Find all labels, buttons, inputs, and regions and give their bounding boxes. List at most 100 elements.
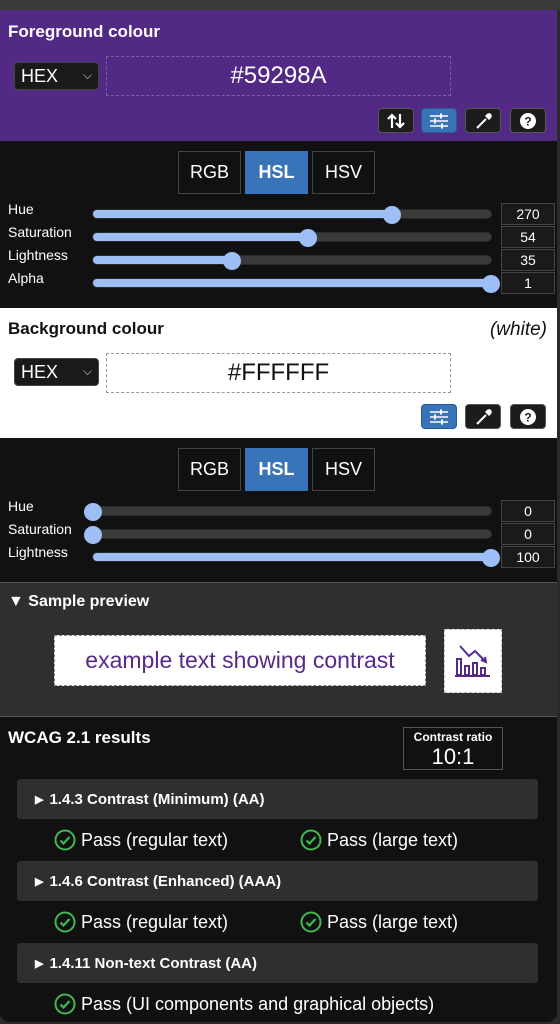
saturation-value-input[interactable]: 0 (501, 523, 555, 545)
results-title: WCAG 2.1 results (8, 728, 151, 747)
background-eyedropper-button[interactable] (465, 404, 501, 429)
alpha-value-input[interactable]: 1 (501, 272, 555, 294)
tab-hsl[interactable]: HSL (245, 448, 308, 491)
tab-hsv[interactable]: HSV (312, 448, 375, 491)
slider-fill (93, 210, 392, 218)
lightness-value-input[interactable]: 35 (501, 249, 555, 271)
chevron-down-icon: ⌵ (82, 68, 92, 82)
background-help-button[interactable]: ? (510, 404, 546, 429)
slider-thumb[interactable] (482, 549, 500, 567)
background-sliders-button[interactable] (421, 404, 457, 429)
pass-result: Pass (large text) (300, 829, 458, 851)
slider-row-saturation: Saturation 54 (0, 224, 557, 248)
check-circle-icon (300, 829, 322, 851)
foreground-hex-input[interactable]: #59298A (106, 56, 451, 96)
sample-preview-section: ▼ Sample preview example text showing co… (0, 582, 557, 716)
slider-fill (93, 279, 491, 287)
criterion-label: 1.4.3 Contrast (Minimum) (AA) (49, 790, 265, 808)
slider-label: Alpha (8, 270, 44, 286)
lightness-value-input[interactable]: 100 (501, 546, 555, 568)
sample-graphic (444, 629, 502, 693)
hue-slider[interactable] (84, 503, 492, 521)
tab-hsl[interactable]: HSL (245, 151, 308, 194)
slider-row-alpha: Alpha 1 (0, 270, 557, 294)
criterion-header[interactable]: ▶ 1.4.3 Contrast (Minimum) (AA) (17, 779, 538, 819)
chart-trend-down-icon (455, 645, 490, 677)
colour-contrast-analyser: Foreground colour HEX ⌵ #59298A ? RGB HS… (0, 10, 557, 1022)
hue-value-input[interactable]: 270 (501, 203, 555, 225)
slider-label: Hue (8, 498, 34, 514)
foreground-help-button[interactable]: ? (510, 108, 546, 133)
chevron-down-icon: ⌵ (82, 364, 92, 378)
alpha-slider[interactable] (92, 275, 500, 293)
foreground-format-value: HEX (21, 65, 59, 86)
slider-label: Lightness (8, 544, 68, 560)
saturation-value-input[interactable]: 54 (501, 226, 555, 248)
foreground-format-select[interactable]: HEX ⌵ (14, 62, 99, 90)
foreground-mode-tabs: RGB HSL HSV (178, 151, 375, 194)
background-format-select[interactable]: HEX ⌵ (14, 358, 99, 386)
check-circle-icon (300, 911, 322, 933)
sliders-icon (430, 113, 448, 128)
contrast-ratio-box: Contrast ratio 10:1 (403, 727, 503, 770)
background-hex-input[interactable]: #FFFFFF (106, 353, 451, 393)
slider-thumb[interactable] (84, 503, 102, 521)
slider-fill (93, 553, 491, 561)
saturation-slider[interactable] (84, 526, 492, 544)
swap-colours-button[interactable] (378, 108, 414, 133)
sliders-icon (430, 409, 448, 424)
eyedropper-icon (476, 112, 492, 129)
criterion-label: 1.4.6 Contrast (Enhanced) (AAA) (49, 872, 282, 890)
window-top-bar (0, 0, 560, 10)
pass-result-label: Pass (large text) (327, 911, 459, 932)
tab-hsv[interactable]: HSV (312, 151, 375, 194)
slider-label: Saturation (8, 224, 72, 240)
slider-row-hue: Hue 0 (0, 498, 557, 522)
slider-thumb[interactable] (223, 252, 242, 270)
disclosure-triangle-icon: ▶ (35, 875, 44, 888)
slider-label: Saturation (8, 521, 72, 537)
sample-preview-toggle[interactable]: ▼ Sample preview (8, 593, 149, 611)
slider-row-hue: Hue 270 (0, 201, 557, 225)
tab-rgb[interactable]: RGB (178, 448, 241, 491)
slider-row-saturation: Saturation 0 (0, 521, 557, 545)
sample-preview-title: Sample preview (28, 593, 150, 610)
criterion-header[interactable]: ▶ 1.4.6 Contrast (Enhanced) (AAA) (17, 861, 538, 901)
hue-slider[interactable] (92, 206, 492, 224)
pass-result-label: Pass (UI components and graphical object… (81, 993, 435, 1014)
criterion-label: 1.4.11 Non-text Contrast (AA) (49, 954, 258, 972)
hue-value-input[interactable]: 0 (501, 500, 555, 522)
svg-text:?: ? (524, 410, 531, 424)
slider-thumb[interactable] (298, 229, 317, 247)
check-circle-icon (54, 829, 76, 851)
pass-result: Pass (regular text) (54, 829, 228, 851)
help-icon: ? (520, 112, 536, 129)
background-panel: Background colour (white) HEX ⌵ #FFFFFF (0, 308, 557, 438)
lightness-slider[interactable] (92, 549, 500, 567)
slider-label: Hue (8, 201, 34, 217)
background-title: Background colour (8, 319, 164, 338)
lightness-slider[interactable] (92, 252, 492, 270)
criterion-header[interactable]: ▶ 1.4.11 Non-text Contrast (AA) (17, 943, 538, 983)
eyedropper-icon (476, 408, 492, 425)
foreground-eyedropper-button[interactable] (465, 108, 501, 133)
background-colour-name: (white) (489, 319, 547, 340)
foreground-title: Foreground colour (8, 22, 161, 41)
saturation-slider[interactable] (92, 229, 492, 247)
background-format-value: HEX (21, 361, 59, 382)
check-circle-icon (54, 911, 76, 933)
foreground-sliders-button[interactable] (421, 108, 457, 133)
pass-result: Pass (large text) (300, 911, 458, 933)
disclosure-triangle-icon: ▶ (35, 957, 44, 970)
foreground-panel: Foreground colour HEX ⌵ #59298A ? (0, 10, 557, 141)
svg-text:?: ? (524, 114, 531, 128)
help-icon: ? (520, 408, 536, 425)
pass-result-label: Pass (large text) (327, 829, 459, 850)
slider-thumb[interactable] (482, 275, 500, 293)
slider-thumb[interactable] (84, 526, 102, 544)
slider-fill (93, 256, 233, 264)
tab-rgb[interactable]: RGB (178, 151, 241, 194)
slider-thumb[interactable] (382, 206, 401, 224)
slider-row-lightness: Lightness 100 (0, 544, 557, 568)
slider-label: Lightness (8, 247, 68, 263)
